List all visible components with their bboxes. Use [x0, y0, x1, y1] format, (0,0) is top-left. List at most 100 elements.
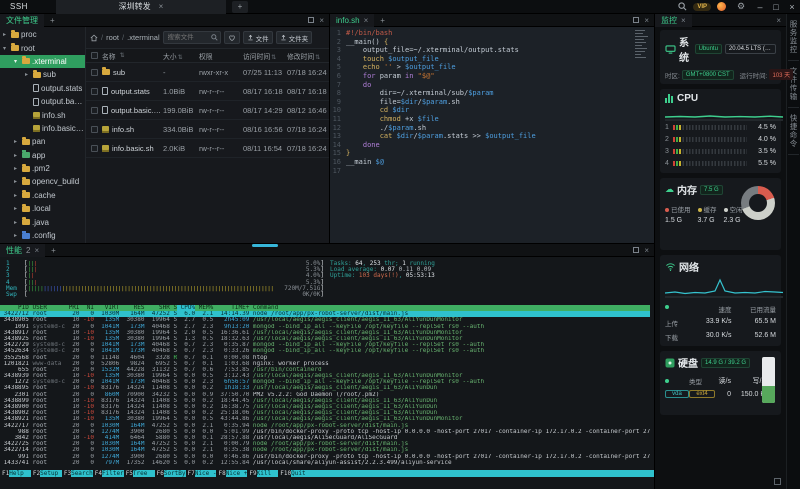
- new-session-button[interactable]: +: [232, 1, 248, 13]
- chevron-icon[interactable]: ▸: [3, 31, 9, 38]
- fkey-label-F4[interactable]: Filter: [102, 470, 124, 477]
- gear-icon[interactable]: ⚙: [734, 1, 748, 13]
- maximize-button[interactable]: □: [768, 2, 784, 12]
- tree-item-.local[interactable]: ▸.local: [0, 202, 85, 215]
- chevron-icon[interactable]: ▾: [14, 58, 20, 65]
- vip-badge[interactable]: VIP: [693, 3, 711, 11]
- tab-file-manager[interactable]: 文件管理: [0, 14, 44, 27]
- tree-item-info.sh[interactable]: info.sh: [0, 108, 85, 121]
- close-panel-icon[interactable]: ×: [776, 16, 781, 25]
- breadcrumb-xterminal[interactable]: .xterminal: [127, 33, 160, 42]
- fkey-label-F2[interactable]: Setup: [40, 470, 62, 477]
- tab-monitor[interactable]: 监控 ×: [655, 14, 692, 27]
- resize-handle[interactable]: [252, 244, 278, 247]
- fkey-label-F1[interactable]: Help: [9, 470, 31, 477]
- row-checkbox[interactable]: [91, 107, 98, 114]
- chevron-icon[interactable]: ▸: [14, 178, 20, 185]
- htop-process-row-1433741[interactable]: 1433741 root 20 0 797M 17352 14620 S 0.0…: [0, 460, 650, 466]
- chevron-icon[interactable]: ▸: [14, 192, 20, 199]
- split-editor-icon[interactable]: [633, 17, 639, 23]
- tree-item-pan[interactable]: ▸pan: [0, 135, 85, 148]
- chevron-icon[interactable]: ▸: [25, 71, 31, 78]
- dock-tab-服务监控[interactable]: 服务监控: [788, 20, 799, 61]
- search-icon[interactable]: [211, 34, 218, 41]
- header-size[interactable]: 大小⇅: [163, 51, 199, 61]
- tree-item-proc[interactable]: ▸proc: [0, 28, 85, 41]
- tree-item-info.basic.sh[interactable]: info.basic.sh: [0, 122, 85, 135]
- close-window-button[interactable]: ×: [784, 2, 800, 12]
- home-icon[interactable]: [90, 34, 98, 42]
- fkey-label-F10[interactable]: Quit: [291, 470, 313, 477]
- file-row-info.basic.sh[interactable]: info.basic.sh2.0KiBrw-r--r--08/11 16:540…: [86, 139, 329, 158]
- chevron-icon[interactable]: ▸: [14, 219, 20, 226]
- sort-column-header[interactable]: CPU%: [177, 305, 195, 311]
- fkey-label-F6[interactable]: SortBy: [164, 470, 186, 477]
- fkey-label-F9[interactable]: Kill: [257, 470, 279, 477]
- fkey-F1[interactable]: F1: [0, 470, 9, 477]
- row-checkbox[interactable]: [91, 145, 98, 152]
- header-name[interactable]: 名称⇅: [102, 51, 163, 61]
- file-row-output.stats[interactable]: output.stats1.0BiBrw-r--r--08/17 16:1808…: [86, 82, 329, 101]
- row-checkbox[interactable]: [91, 69, 98, 76]
- fkey-F8[interactable]: F8: [216, 470, 225, 477]
- fkey-label-F8[interactable]: Nice +: [226, 470, 248, 477]
- search-input[interactable]: [166, 33, 209, 42]
- upload-folder-button[interactable]: 文件夹: [276, 31, 313, 44]
- fkey-F5[interactable]: F5: [124, 470, 133, 477]
- close-tab-icon[interactable]: ×: [34, 246, 39, 255]
- chevron-icon[interactable]: ▸: [14, 138, 20, 145]
- fkey-F6[interactable]: F6: [155, 470, 164, 477]
- new-editor-tab-button[interactable]: +: [374, 16, 391, 25]
- fkey-F10[interactable]: F10: [278, 470, 291, 477]
- close-panel-icon[interactable]: ×: [319, 16, 324, 25]
- file-row-sub[interactable]: sub-rwxr-xr-x07/25 11:1307/18 16:24: [86, 63, 329, 82]
- tree-item-app[interactable]: ▸app: [0, 149, 85, 162]
- add-file-tab-button[interactable]: +: [44, 16, 61, 25]
- fkey-label-F7[interactable]: Nice -: [195, 470, 217, 477]
- fkey-F4[interactable]: F4: [93, 470, 102, 477]
- tree-item-opencv_build[interactable]: ▸opencv_build: [0, 175, 85, 188]
- row-checkbox[interactable]: [91, 88, 98, 95]
- tree-item-output.stats[interactable]: output.stats: [0, 82, 85, 95]
- tree-item-.pm2[interactable]: ▸.pm2: [0, 162, 85, 175]
- fkey-label-F5[interactable]: Tree: [133, 470, 155, 477]
- select-all-checkbox[interactable]: [91, 52, 98, 59]
- tree-item-output.basic.stats[interactable]: output.basic.stats: [0, 95, 85, 108]
- fkey-F3[interactable]: F3: [62, 470, 71, 477]
- chevron-icon[interactable]: ▾: [3, 45, 9, 52]
- tree-item-.cache[interactable]: ▸.cache: [0, 189, 85, 202]
- breadcrumb-root[interactable]: root: [106, 33, 119, 42]
- fkey-F9[interactable]: F9: [247, 470, 256, 477]
- search-icon[interactable]: [675, 1, 689, 13]
- tab-info-sh[interactable]: info.sh ×: [330, 14, 374, 27]
- fkey-F7[interactable]: F7: [186, 470, 195, 477]
- dock-tab-快捷命令[interactable]: 快捷命令: [788, 114, 799, 155]
- tab-performance[interactable]: 性能 2 ×: [0, 244, 45, 257]
- avatar[interactable]: [717, 2, 726, 11]
- collapse-panel-icon[interactable]: [774, 478, 781, 485]
- htop-terminal[interactable]: 1[|||5.0%]2[|||5.3%]3[||4.0%]4[|||5.3%]M…: [0, 257, 654, 489]
- file-row-output.basic.stats[interactable]: output.basic.stats199.0BiBrw-r--r--08/17…: [86, 101, 329, 120]
- tree-item-sub[interactable]: ▸sub: [0, 68, 85, 81]
- tree-item-root[interactable]: ▾root: [0, 41, 85, 54]
- close-session-icon[interactable]: ×: [159, 2, 164, 11]
- fkey-F2[interactable]: F2: [31, 470, 40, 477]
- tree-item-.xterminal[interactable]: ▾.xterminal: [0, 55, 85, 68]
- close-tab-icon[interactable]: ×: [681, 16, 686, 25]
- new-terminal-tab-button[interactable]: +: [45, 246, 62, 255]
- expand-panel-icon[interactable]: [633, 247, 639, 253]
- code-editor[interactable]: 1#!/bin/bash2__main() {3 output_file=~/.…: [330, 27, 654, 243]
- upload-file-button[interactable]: 文件: [243, 31, 273, 44]
- close-tab-icon[interactable]: ×: [364, 16, 369, 25]
- row-checkbox[interactable]: [91, 126, 98, 133]
- header-perm[interactable]: 权限: [199, 51, 243, 61]
- header-mtime[interactable]: 修改时间⇅: [287, 51, 329, 61]
- header-atime[interactable]: 访问时间⇅: [243, 51, 287, 61]
- minimize-button[interactable]: –: [752, 2, 768, 12]
- chevron-icon[interactable]: ▸: [14, 152, 20, 159]
- chevron-icon[interactable]: ▸: [14, 165, 20, 172]
- chevron-icon[interactable]: ▸: [14, 205, 20, 212]
- session-tab[interactable]: 深圳转发 ×: [56, 0, 226, 14]
- close-panel-icon[interactable]: ×: [644, 246, 649, 255]
- close-editor-icon[interactable]: ×: [644, 16, 649, 25]
